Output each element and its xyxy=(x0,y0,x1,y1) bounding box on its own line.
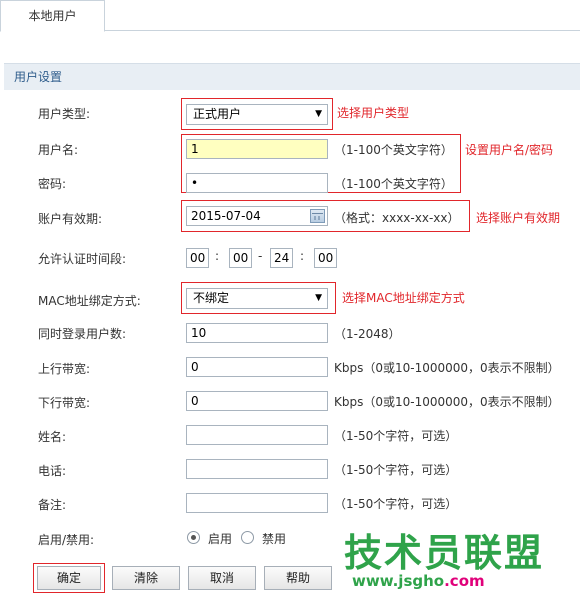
upstream-input[interactable]: 0 xyxy=(186,357,328,377)
watermark-domain-suffix: .com xyxy=(444,572,485,590)
user-type-annotation: 选择用户类型 xyxy=(337,106,410,120)
note-hint: （1-50个字符，可选） xyxy=(334,497,458,511)
username-hint: （1-100个英文字符） xyxy=(334,143,453,157)
name-hint: （1-50个字符，可选） xyxy=(334,429,458,443)
phone-input[interactable] xyxy=(186,459,328,479)
watermark-url: www.jsgho.com xyxy=(352,572,485,590)
clear-button[interactable]: 清除 xyxy=(112,566,180,590)
expiry-annotation: 选择账户有效期 xyxy=(476,211,561,225)
credentials-annotation: 设置用户名/密码 xyxy=(465,143,554,157)
mac-binding-annotation: 选择MAC地址绑定方式 xyxy=(342,291,465,305)
phone-label: 电话: xyxy=(38,464,67,478)
calendar-icon[interactable] xyxy=(310,209,325,223)
note-input[interactable] xyxy=(186,493,328,513)
time-colon-2: : xyxy=(300,249,305,263)
time-colon-1: : xyxy=(215,249,220,263)
password-input[interactable]: • xyxy=(186,173,328,193)
watermark-domain: www.jsgho xyxy=(352,572,445,590)
name-input[interactable] xyxy=(186,425,328,445)
name-label: 姓名: xyxy=(38,430,67,444)
password-hint: （1-100个英文字符） xyxy=(334,177,453,191)
time-range-dash: - xyxy=(258,249,263,263)
concurrent-users-input[interactable]: 10 xyxy=(186,323,328,343)
note-label: 备注: xyxy=(38,498,67,512)
chevron-down-icon: ▼ xyxy=(315,109,322,119)
end-minute-input[interactable]: 00 xyxy=(314,248,337,268)
start-hour-input[interactable]: 00 xyxy=(186,248,209,268)
username-label: 用户名: xyxy=(38,143,79,157)
phone-hint: （1-50个字符，可选） xyxy=(334,463,458,477)
password-label: 密码: xyxy=(38,177,67,191)
tab-local-users[interactable]: 本地用户 xyxy=(0,0,105,32)
chevron-down-icon: ▼ xyxy=(315,293,322,303)
disable-radio[interactable] xyxy=(241,531,254,544)
mac-binding-select[interactable]: 不绑定 ▼ xyxy=(186,288,328,309)
downstream-input[interactable]: 0 xyxy=(186,391,328,411)
start-minute-input[interactable]: 00 xyxy=(229,248,252,268)
watermark-logo: 技术员联盟 xyxy=(344,531,545,575)
user-type-value: 正式用户 xyxy=(193,107,242,121)
concurrent-users-label: 同时登录用户数: xyxy=(38,327,127,341)
expiry-hint: （格式：xxxx-xx-xx） xyxy=(334,211,460,225)
auth-time-label: 允许认证时间段: xyxy=(38,252,127,266)
username-input[interactable]: 1 xyxy=(186,139,328,159)
expiry-label: 账户有效期: xyxy=(38,212,103,226)
user-type-label: 用户类型: xyxy=(38,107,91,121)
downstream-hint: Kbps（0或10-1000000，0表示不限制） xyxy=(334,395,560,409)
help-button[interactable]: 帮助 xyxy=(264,566,332,590)
section-header-user-settings: 用户设置 xyxy=(4,63,580,90)
enable-radio[interactable] xyxy=(187,531,200,544)
upstream-hint: Kbps（0或10-1000000，0表示不限制） xyxy=(334,361,560,375)
concurrent-users-hint: （1-2048） xyxy=(334,327,401,341)
disable-radio-label[interactable]: 禁用 xyxy=(262,530,286,547)
upstream-label: 上行带宽: xyxy=(38,362,91,376)
end-hour-input[interactable]: 24 xyxy=(270,248,293,268)
confirm-button[interactable]: 确定 xyxy=(37,566,101,590)
downstream-label: 下行带宽: xyxy=(38,396,91,410)
user-type-select[interactable]: 正式用户 ▼ xyxy=(186,104,328,125)
mac-binding-label: MAC地址绑定方式: xyxy=(38,294,141,308)
status-label: 启用/禁用: xyxy=(38,533,95,547)
cancel-button[interactable]: 取消 xyxy=(188,566,256,590)
enable-radio-label[interactable]: 启用 xyxy=(208,530,232,547)
mac-binding-value: 不绑定 xyxy=(193,291,230,305)
expiry-date-input[interactable]: 2015-07-04 xyxy=(186,206,328,226)
expiry-date-value: 2015-07-04 xyxy=(191,209,261,223)
